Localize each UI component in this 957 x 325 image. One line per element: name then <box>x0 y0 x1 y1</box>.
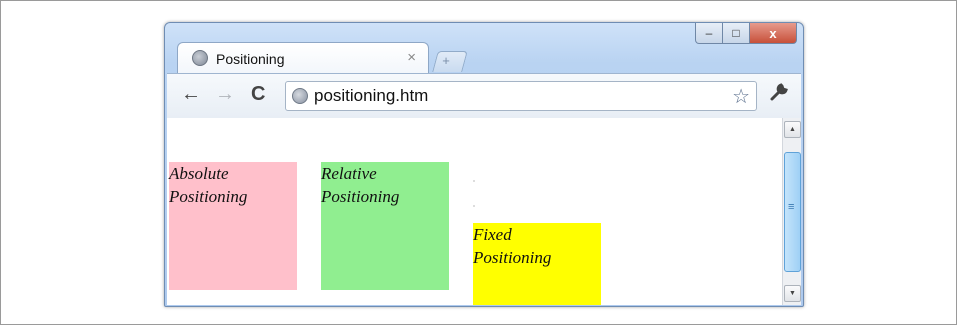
placeholder-dot <box>473 205 475 207</box>
address-bar[interactable]: positioning.htm ☆ <box>285 81 757 111</box>
tab-title: Positioning <box>216 51 285 67</box>
wrench-icon[interactable] <box>769 82 789 107</box>
close-icon[interactable]: × <box>407 49 416 66</box>
forward-icon[interactable]: → <box>215 83 235 105</box>
address-url[interactable]: positioning.htm <box>314 86 428 106</box>
vertical-scrollbar[interactable]: ▲ ≡ ▼ <box>782 118 801 305</box>
fixed-line2: Positioning <box>473 248 552 267</box>
scrollbar-thumb[interactable]: ≡ <box>784 152 801 272</box>
tab-positioning[interactable]: Positioning × <box>177 42 429 75</box>
globe-icon <box>292 88 308 104</box>
fixed-positioning-box: Fixed Positioning <box>473 223 601 305</box>
star-icon[interactable]: ☆ <box>732 84 750 109</box>
grip-icon: ≡ <box>788 201 795 213</box>
maximize-button[interactable]: □ <box>723 23 750 44</box>
scroll-down-icon[interactable]: ▼ <box>784 285 801 302</box>
back-icon[interactable]: ← <box>181 83 201 105</box>
fixed-line1: Fixed <box>473 225 512 244</box>
browser-window: – □ x Positioning × + ← → C positioning.… <box>164 22 804 307</box>
absolute-positioning-box: Absolute Positioning <box>169 162 297 290</box>
scroll-up-icon[interactable]: ▲ <box>784 121 801 138</box>
minimize-button[interactable]: – <box>695 23 723 44</box>
placeholder-dot <box>473 180 475 182</box>
globe-icon <box>192 50 208 66</box>
new-tab-icon: + <box>442 53 450 68</box>
relative-line1: Relative <box>321 164 377 183</box>
toolbar: ← → C positioning.htm ☆ <box>167 73 801 119</box>
window-controls: – □ x <box>695 23 797 45</box>
relative-positioning-box: Relative Positioning <box>321 162 449 290</box>
new-tab-button[interactable]: + <box>432 51 468 72</box>
absolute-line1: Absolute <box>169 164 229 183</box>
page-viewport: Absolute Positioning Relative Positionin… <box>167 118 801 305</box>
reload-icon[interactable]: C <box>251 83 265 105</box>
absolute-line2: Positioning <box>169 187 248 206</box>
close-window-button[interactable]: x <box>750 23 797 44</box>
relative-line2: Positioning <box>321 187 400 206</box>
